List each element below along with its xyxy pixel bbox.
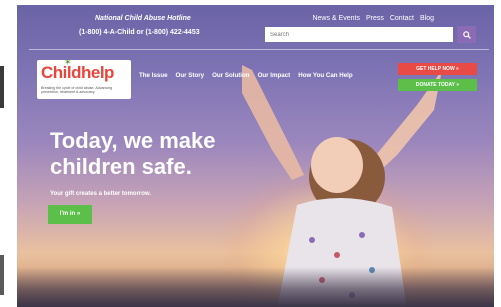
childhelp-logo[interactable]: Childhelp ✶ Breaking the cycle of child … [37, 57, 131, 99]
logo-wordmark: Childhelp [41, 63, 114, 82]
logo-tagline: Breaking the cycle of child abuse. Advan… [41, 86, 113, 95]
im-in-button[interactable]: I'm in » [48, 205, 92, 224]
get-help-now-button[interactable]: GET HELP NOW » [398, 63, 477, 75]
donate-today-button[interactable]: DONATE TODAY » [398, 79, 477, 91]
nav-item-the-issue[interactable]: The Issue [139, 72, 168, 79]
nav-item-our-story[interactable]: Our Story [176, 72, 205, 79]
search-icon [462, 30, 471, 39]
top-bar: National Child Abuse Hotline (1-800) 4-A… [17, 5, 494, 49]
left-edge-mark-lower [0, 255, 4, 295]
search-button[interactable] [457, 26, 476, 43]
nav-item-how-you-can-help[interactable]: How You Can Help [298, 72, 352, 79]
main-nav: The Issue Our Story Our Solution Our Imp… [139, 72, 353, 79]
nav-item-our-solution[interactable]: Our Solution [212, 72, 249, 79]
logo-sprout-icon: ✶ [64, 57, 72, 67]
top-link-contact[interactable]: Contact [390, 15, 414, 22]
treeline-silhouette [17, 267, 494, 307]
top-link-news-events[interactable]: News & Events [312, 15, 359, 22]
search-input[interactable] [265, 27, 453, 42]
left-edge-mark [0, 66, 4, 108]
top-link-blog[interactable]: Blog [420, 15, 434, 22]
hero-subline: Your gift creates a better tomorrow. [50, 191, 152, 197]
header-divider [29, 49, 489, 50]
nav-item-our-impact[interactable]: Our Impact [258, 72, 291, 79]
top-link-press[interactable]: Press [366, 15, 384, 22]
top-links: News & Events Press Contact Blog [312, 15, 434, 22]
hotline-title: National Child Abuse Hotline [95, 15, 191, 22]
hero-headline: Today, we make children safe. [50, 128, 216, 179]
hotline-numbers: (1-800) 4-A-Child or (1-800) 422-4453 [79, 29, 200, 36]
